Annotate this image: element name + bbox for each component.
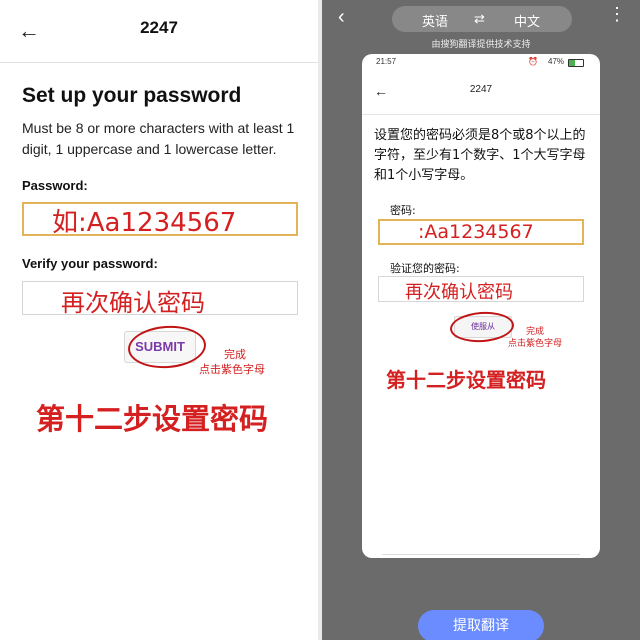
more-icon[interactable]: ⋮: [608, 4, 626, 25]
swap-icon[interactable]: ⇄: [474, 11, 485, 27]
phone-screenshot: 21:57 ⏰ 47% ← 2247 设置您的密码必须是8个或8个以上的字符，至…: [362, 54, 600, 558]
alarm-icon: ⏰: [528, 57, 538, 66]
chevron-left-icon[interactable]: ‹: [338, 6, 345, 29]
target-language[interactable]: 中文: [514, 11, 540, 30]
password-field-annotation: 如:Aa1234567: [52, 208, 237, 238]
step-annotation-translated: 第十二步设置密码: [386, 368, 546, 392]
phone-app-header: ← 2247: [362, 72, 600, 115]
battery-text: 47%: [548, 57, 565, 66]
highlight-circle-translated: [449, 309, 515, 345]
password-annotation-translated: :Aa1234567: [418, 221, 534, 243]
password-label: Password:: [22, 178, 88, 193]
battery-icon: [568, 59, 584, 67]
password-field[interactable]: 如:Aa1234567: [22, 202, 298, 238]
original-screen: ← 2247 Set up your password Must be 8 or…: [0, 0, 318, 640]
step-annotation: 第十二步设置密码: [36, 402, 269, 436]
annotation-click-translated: 点击紫色字母: [508, 339, 563, 349]
status-bar: 21:57 ⏰ 47%: [362, 57, 600, 69]
password-label-translated: 密码:: [390, 204, 416, 217]
provider-note: 由搜狗翻译提供技术支持: [431, 39, 531, 49]
extract-translation-button[interactable]: 提取翻译: [418, 610, 544, 640]
heading: Set up your password: [22, 84, 242, 107]
annotation-click-purple: 点击紫色字母: [199, 363, 265, 376]
verify-field-annotation: 再次确认密码: [61, 289, 205, 317]
password-field-translated[interactable]: :Aa1234567: [378, 219, 584, 245]
app-header: ← 2247: [0, 0, 318, 63]
phone-page-title: 2247: [469, 84, 493, 95]
verify-label-translated: 验证您的密码:: [390, 262, 460, 275]
annotation-done: 完成: [224, 348, 246, 361]
translated-requirements: 设置您的密码必须是8个或8个以上的字符，至少有1个数字、1个大写字母和1个小写字…: [374, 128, 586, 183]
verify-password-label: Verify your password:: [22, 256, 158, 271]
page-title: 2247: [140, 18, 178, 37]
language-switcher[interactable]: 英语 ⇄ 中文: [392, 6, 572, 32]
status-time: 21:57: [376, 57, 397, 66]
phone-bottom-bar: [382, 554, 580, 558]
source-language[interactable]: 英语: [422, 11, 448, 30]
verify-field-translated[interactable]: 再次确认密码: [378, 276, 584, 303]
verify-annotation-translated: 再次确认密码: [405, 282, 513, 303]
password-requirements: Must be 8 or more characters with at lea…: [22, 120, 295, 157]
verify-password-field[interactable]: 再次确认密码: [22, 281, 298, 317]
translated-screen: ‹ 英语 ⇄ 中文 ⋮ 由搜狗翻译提供技术支持 21:57 ⏰ 47% ← 22…: [322, 0, 640, 640]
